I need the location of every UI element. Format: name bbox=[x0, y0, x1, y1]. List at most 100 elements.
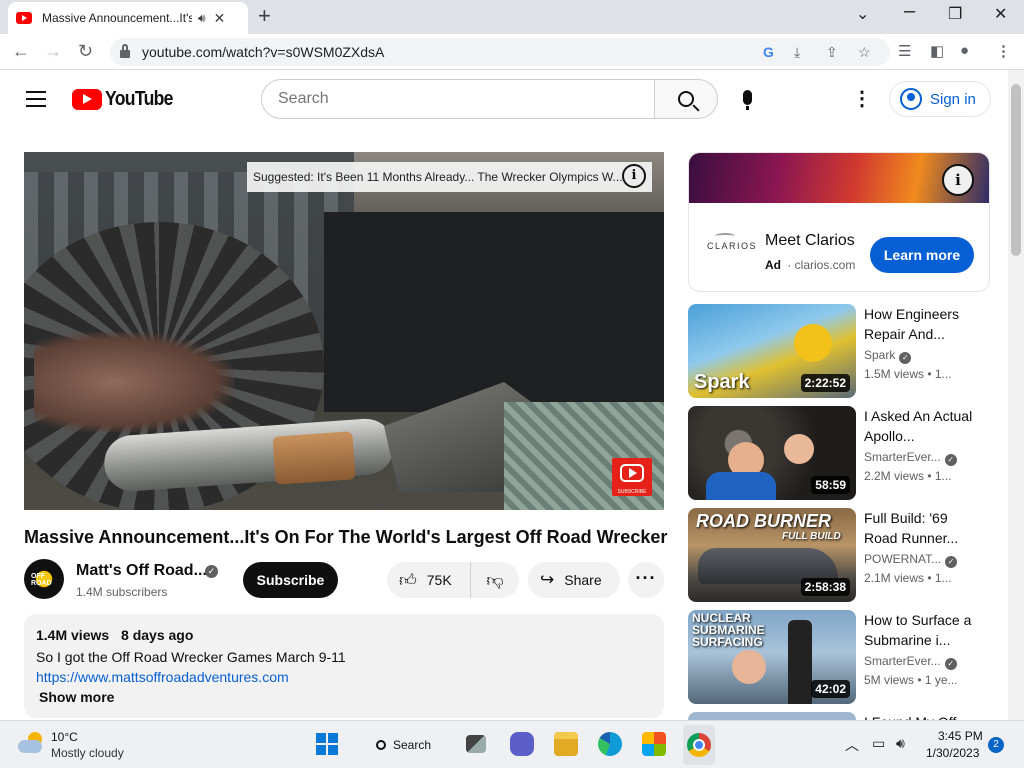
teams-chat-icon[interactable] bbox=[510, 732, 534, 756]
watermark-label: SUBSCRIBE bbox=[617, 489, 647, 495]
video-thumbnail[interactable]: Spark 2:22:52 bbox=[688, 304, 856, 398]
suggested-video-card[interactable]: Suggested: It's Been 11 Months Already..… bbox=[247, 162, 652, 192]
subscribe-button[interactable]: Subscribe bbox=[243, 562, 338, 598]
video-meta: 2.1M views • 1... bbox=[864, 571, 952, 585]
network-icon[interactable]: ▭ bbox=[872, 735, 885, 752]
more-actions-button[interactable]: ··· bbox=[628, 562, 664, 598]
show-more-button[interactable]: Show more bbox=[39, 689, 652, 705]
forward-icon[interactable]: → bbox=[44, 40, 62, 62]
thumbnail-overlay-text: Spark bbox=[694, 371, 750, 393]
back-icon[interactable]: ← bbox=[12, 40, 30, 62]
channel-name[interactable]: SmarterEver... ✓ bbox=[864, 450, 957, 466]
video-scene-fitting bbox=[272, 431, 356, 485]
settings-menu-icon[interactable]: ⋮ bbox=[852, 88, 872, 110]
install-icon[interactable]: ⤓ bbox=[794, 44, 800, 61]
notification-badge[interactable]: 2 bbox=[988, 737, 1004, 753]
google-translate-icon[interactable]: G bbox=[763, 44, 774, 60]
learn-more-button[interactable]: Learn more bbox=[870, 237, 974, 273]
channel-name[interactable]: Matt's Off Road... bbox=[76, 562, 207, 580]
video-title[interactable]: Full Build: '69 Road Runner... bbox=[864, 508, 984, 548]
channel-name[interactable]: SmarterEver... ✓ bbox=[864, 654, 957, 670]
ad-info-icon[interactable]: i bbox=[942, 164, 974, 196]
recommended-video[interactable]: ROAD BURNER FULL BUILD 2:58:38 Full Buil… bbox=[688, 508, 992, 604]
description-text: So I got the Off Road Wrecker Games Marc… bbox=[36, 649, 346, 665]
tab-close-icon[interactable]: ✕ bbox=[214, 10, 226, 27]
channel-watermark[interactable]: SUBSCRIBE bbox=[612, 458, 652, 496]
view-count: 1.4M views bbox=[36, 627, 110, 643]
video-duration: 2:22:52 bbox=[800, 374, 850, 392]
recommended-video[interactable]: I Found My Off... bbox=[688, 712, 992, 720]
weather-cloudy-icon[interactable] bbox=[18, 732, 44, 754]
minimize-button[interactable]: – bbox=[904, 0, 915, 23]
youtube-logo[interactable]: YouTube bbox=[72, 88, 182, 111]
address-bar[interactable]: youtube.com/watch?v=s0WSM0ZXdsA G ⤓ ⇪ ☆ bbox=[110, 38, 890, 66]
search-button[interactable] bbox=[654, 79, 718, 119]
tab-search-icon[interactable]: ⌄ bbox=[856, 4, 869, 24]
voice-search-button[interactable] bbox=[727, 79, 767, 119]
browser-toolbar: ← → ↻ youtube.com/watch?v=s0WSM0ZXdsA G … bbox=[0, 34, 1024, 70]
reload-icon[interactable]: ↻ bbox=[78, 40, 93, 62]
bookmark-star-icon[interactable]: ☆ bbox=[858, 44, 871, 61]
video-thumbnail[interactable]: ROAD BURNER FULL BUILD 2:58:38 bbox=[688, 508, 856, 602]
thumbs-up-icon: 👍︎ bbox=[399, 570, 417, 590]
show-hidden-icons-chevron-icon[interactable]: ︿ bbox=[845, 735, 859, 755]
taskbar-search-button[interactable]: Search bbox=[364, 731, 448, 759]
thumbnail-face bbox=[732, 650, 766, 684]
recommended-video[interactable]: 58:59 I Asked An Actual Apollo... Smarte… bbox=[688, 406, 992, 502]
dislike-button[interactable]: 👎︎ bbox=[471, 562, 519, 598]
lock-icon[interactable] bbox=[120, 44, 130, 58]
video-title[interactable]: I Asked An Actual Apollo... bbox=[864, 406, 984, 446]
search-icon bbox=[678, 91, 694, 107]
page-scrollbar[interactable] bbox=[1008, 70, 1024, 720]
microsoft-store-icon[interactable] bbox=[642, 732, 666, 756]
video-thumbnail[interactable]: NUCLEAR SUBMARINE SURFACING 42:02 bbox=[688, 610, 856, 704]
audio-playing-icon[interactable]: 🔊︎ bbox=[198, 11, 206, 26]
task-view-icon[interactable] bbox=[466, 735, 486, 753]
clock-time[interactable]: 3:45 PM bbox=[938, 729, 983, 743]
profile-icon[interactable]: ● bbox=[960, 42, 969, 59]
clock-date[interactable]: 1/30/2023 bbox=[926, 746, 979, 760]
weather-description[interactable]: Mostly cloudy bbox=[51, 746, 124, 760]
recommended-video[interactable]: Spark 2:22:52 How Engineers Repair And..… bbox=[688, 304, 992, 400]
video-title[interactable]: How Engineers Repair And... bbox=[864, 304, 984, 344]
close-window-button[interactable]: ✕ bbox=[994, 4, 1007, 24]
channel-avatar[interactable]: OFF ROAD bbox=[24, 559, 64, 599]
guide-menu-icon[interactable] bbox=[26, 91, 46, 107]
like-button[interactable]: 👍︎ 75K bbox=[387, 562, 471, 598]
recommended-video[interactable]: NUCLEAR SUBMARINE SURFACING 42:02 How to… bbox=[688, 610, 992, 706]
ad-card[interactable]: i CLARIOS Meet Clarios Ad · clarios.com … bbox=[688, 152, 990, 292]
video-thumbnail[interactable]: 58:59 bbox=[688, 406, 856, 500]
search-input[interactable] bbox=[278, 90, 654, 108]
description-link[interactable]: https://www.mattsoffroadadventures.com bbox=[36, 669, 652, 685]
share-page-icon[interactable]: ⇪ bbox=[826, 44, 838, 61]
restore-button[interactable]: ❐ bbox=[948, 4, 962, 24]
video-player[interactable]: Suggested: It's Been 11 Months Already..… bbox=[24, 152, 664, 510]
browser-menu-icon[interactable]: ⋮ bbox=[996, 42, 1011, 60]
media-queue-icon[interactable]: ☰ bbox=[898, 42, 911, 60]
edge-browser-icon[interactable] bbox=[598, 732, 622, 756]
share-button[interactable]: ↪ Share bbox=[528, 562, 620, 598]
url-text[interactable]: youtube.com/watch?v=s0WSM0ZXdsA bbox=[142, 44, 384, 60]
browser-tab[interactable]: Massive Announcement...It's 🔊︎ ✕ bbox=[8, 2, 248, 34]
video-title[interactable]: I Found My Off... bbox=[864, 712, 984, 720]
volume-icon[interactable]: 🔊︎ bbox=[896, 735, 905, 752]
channel-name[interactable]: POWERNAT... ✓ bbox=[864, 552, 958, 568]
video-thumbnail[interactable] bbox=[688, 712, 856, 720]
video-title: Massive Announcement...It's On For The W… bbox=[24, 527, 668, 547]
side-panel-icon[interactable]: ◧ bbox=[930, 42, 944, 60]
channel-name[interactable]: Spark ✓ bbox=[864, 348, 912, 364]
start-button-windows-icon[interactable] bbox=[316, 733, 338, 755]
chrome-icon[interactable] bbox=[687, 733, 711, 757]
description-meta: 1.4M views 8 days ago bbox=[36, 627, 652, 643]
info-icon[interactable]: i bbox=[622, 164, 646, 188]
scrollbar-thumb[interactable] bbox=[1011, 84, 1021, 256]
file-explorer-icon[interactable] bbox=[554, 732, 578, 756]
search-box[interactable] bbox=[261, 79, 655, 119]
sign-in-button[interactable]: Sign in bbox=[889, 81, 991, 117]
ad-title[interactable]: Meet Clarios bbox=[765, 232, 855, 250]
video-title[interactable]: How to Surface a Submarine i... bbox=[864, 610, 984, 650]
description-box[interactable]: 1.4M views 8 days ago So I got the Off R… bbox=[24, 614, 664, 718]
new-tab-button[interactable]: + bbox=[258, 4, 271, 28]
ad-label: Ad bbox=[765, 258, 781, 272]
weather-temperature[interactable]: 10°C bbox=[51, 730, 78, 744]
